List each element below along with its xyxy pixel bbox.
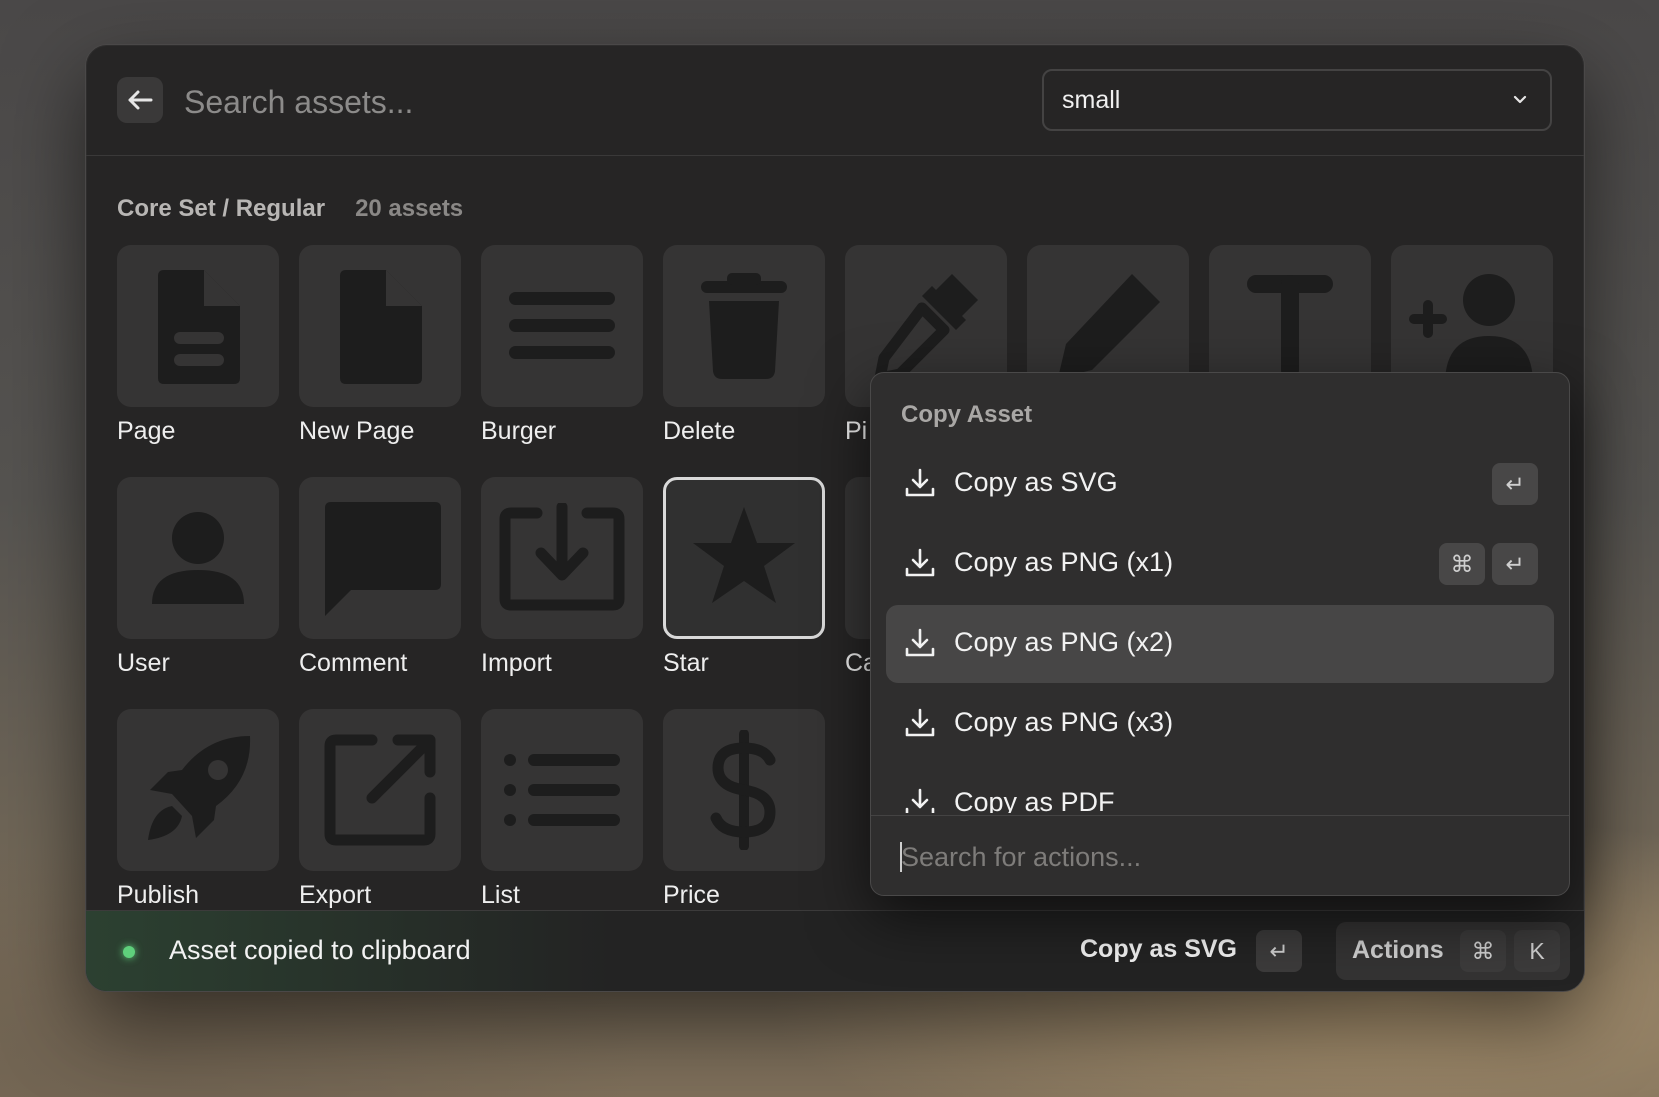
import-icon xyxy=(499,503,625,611)
asset-tile-list[interactable] xyxy=(481,709,643,871)
asset-tile-price[interactable] xyxy=(663,709,825,871)
download-icon xyxy=(905,628,935,657)
back-button[interactable] xyxy=(117,77,163,123)
download-icon xyxy=(905,468,935,497)
text-caret xyxy=(900,842,902,872)
asset-label: Comment xyxy=(299,649,408,677)
status-indicator xyxy=(123,946,135,958)
return-key-hint: ↵ xyxy=(1492,463,1538,505)
star-icon xyxy=(693,507,795,603)
return-key-hint: ↵ xyxy=(1256,930,1302,972)
copy-action-list: Copy as SVG ↵ Copy as PNG (x1) ⌘ ↵ Copy … xyxy=(871,441,1569,813)
command-key-hint: ⌘ xyxy=(1439,543,1485,585)
popup-divider xyxy=(871,815,1569,816)
asset-label: Import xyxy=(481,649,552,677)
popup-title: Copy Asset xyxy=(901,401,1033,428)
section-title: Core Set / Regular xyxy=(117,195,326,222)
asset-tile-burger[interactable] xyxy=(481,245,643,407)
return-key-hint: ↵ xyxy=(1492,543,1538,585)
menu-item-copy-svg[interactable]: Copy as SVG ↵ xyxy=(886,445,1554,523)
download-icon xyxy=(905,708,935,737)
asset-label: New Page xyxy=(299,417,415,445)
asset-tile-delete[interactable] xyxy=(663,245,825,407)
asset-label: Burger xyxy=(481,417,557,445)
actions-label: Actions xyxy=(1352,936,1444,964)
download-icon xyxy=(905,788,935,813)
user-icon xyxy=(152,512,244,604)
copy-asset-popup: Copy Asset Copy as SVG ↵ Copy as PNG (x1… xyxy=(870,372,1570,896)
asset-tile-comment[interactable] xyxy=(299,477,461,639)
burger-icon xyxy=(509,292,615,359)
asset-label: List xyxy=(481,881,520,909)
asset-tile-publish[interactable] xyxy=(117,709,279,871)
status-bar: Asset copied to clipboard Copy as SVG ↵ … xyxy=(86,910,1584,991)
asset-label: Page xyxy=(117,417,176,445)
page-icon xyxy=(158,270,240,384)
chevron-down-icon xyxy=(1513,95,1527,104)
menu-item-label: Copy as PDF xyxy=(954,787,1115,813)
asset-tile-import[interactable] xyxy=(481,477,643,639)
export-icon xyxy=(324,734,436,846)
menu-item-label: Copy as PNG (x2) xyxy=(954,627,1174,657)
asset-label: Publish xyxy=(117,881,199,909)
asset-tile-user[interactable] xyxy=(117,477,279,639)
rocket-icon xyxy=(148,736,251,840)
size-select-value: small xyxy=(1062,85,1121,114)
actions-button[interactable]: Actions ⌘ K xyxy=(1336,922,1570,980)
menu-item-label: Copy as PNG (x3) xyxy=(954,707,1174,737)
action-search-input[interactable] xyxy=(899,831,1543,883)
download-icon xyxy=(905,548,935,577)
asset-label: Star xyxy=(663,649,709,677)
pipette-icon xyxy=(874,274,978,384)
asset-label: User xyxy=(117,649,170,677)
menu-item-label: Copy as PNG (x1) xyxy=(954,547,1174,577)
asset-count: 20 assets xyxy=(355,195,464,222)
dollar-icon xyxy=(710,730,776,850)
asset-tile-page[interactable] xyxy=(117,245,279,407)
primary-action-button[interactable]: Copy as SVG xyxy=(1080,935,1237,964)
asset-tile-new-page[interactable] xyxy=(299,245,461,407)
menu-item-label: Copy as SVG xyxy=(954,467,1118,497)
menu-item-copy-pdf[interactable]: Copy as PDF xyxy=(886,765,1554,813)
k-key-hint: K xyxy=(1514,930,1560,972)
section-header: Core Set / Regular 20 assets xyxy=(117,195,463,223)
asset-label: Delete xyxy=(663,417,736,445)
text-icon xyxy=(1247,275,1333,379)
menu-item-copy-png-x1[interactable]: Copy as PNG (x1) ⌘ ↵ xyxy=(886,525,1554,603)
comment-icon xyxy=(325,502,441,616)
status-message: Asset copied to clipboard xyxy=(169,935,471,965)
new-page-icon xyxy=(340,270,422,384)
list-icon xyxy=(504,754,620,826)
search-input[interactable] xyxy=(182,75,986,129)
asset-tile-export[interactable] xyxy=(299,709,461,871)
asset-tile-star[interactable] xyxy=(663,477,825,639)
menu-item-copy-png-x2[interactable]: Copy as PNG (x2) xyxy=(886,605,1554,683)
arrow-left-icon xyxy=(128,90,153,110)
asset-label: Export xyxy=(299,881,372,909)
size-select[interactable]: small xyxy=(1042,69,1552,131)
asset-label: Pi xyxy=(845,417,868,445)
pencil-icon xyxy=(1058,274,1160,378)
add-user-icon xyxy=(1409,274,1533,384)
menu-item-copy-png-x3[interactable]: Copy as PNG (x3) xyxy=(886,685,1554,763)
command-key-hint: ⌘ xyxy=(1460,930,1506,972)
header: small xyxy=(86,45,1584,156)
trash-icon xyxy=(701,273,787,379)
asset-label: Price xyxy=(663,881,720,909)
